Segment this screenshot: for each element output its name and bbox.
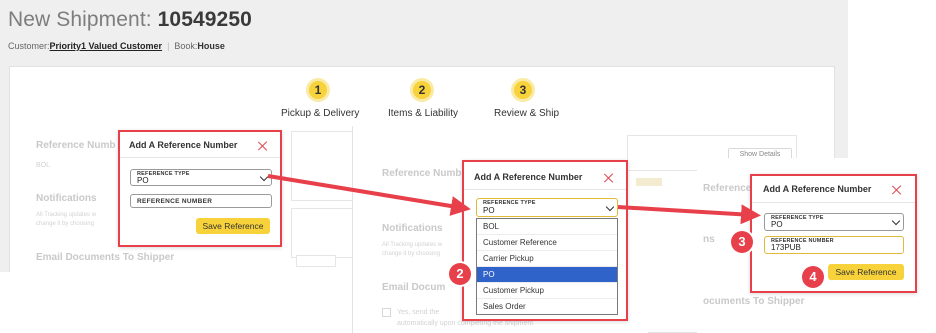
p2-notif-text-1: All Tracking updates w — [382, 242, 443, 248]
book-value: House — [197, 41, 225, 51]
chevron-down-icon — [605, 202, 615, 212]
dropdown-option-sales-order[interactable]: Sales Order — [477, 299, 617, 315]
p3-notifications-heading: ns — [703, 234, 715, 245]
p2-notifications-heading: Notifications — [382, 223, 443, 234]
step-1-label: Pickup & Delivery — [281, 108, 360, 119]
dropdown-option-po[interactable]: PO — [477, 267, 617, 283]
p3-email-heading: ocuments To Shipper — [703, 296, 805, 307]
step-badge-2: 2 — [449, 263, 471, 285]
step-2-circle[interactable]: 2 — [410, 78, 434, 102]
reference-type-select[interactable]: REFERENCE TYPE PO — [764, 213, 904, 231]
p2-checkbox[interactable] — [382, 308, 391, 317]
page-title: New Shipment: 10549250 — [8, 8, 252, 32]
dialog-title: Add A Reference Number — [474, 172, 583, 182]
background-panel — [291, 131, 353, 201]
dropdown-option-bol[interactable]: BOL — [477, 219, 617, 235]
dropdown-option-carrier-pickup[interactable]: Carrier Pickup — [477, 251, 617, 267]
reference-number-input[interactable]: REFERENCE NUMBER 173PUB — [764, 236, 904, 254]
add-reference-dialog-1: Add A Reference Number REFERENCE TYPE PO… — [118, 130, 282, 247]
dropdown-option-customer-pickup[interactable]: Customer Pickup — [477, 283, 617, 299]
shipment-id: 10549250 — [157, 8, 252, 31]
notifications-heading: Notifications — [36, 193, 97, 204]
close-icon[interactable] — [604, 173, 614, 183]
close-icon[interactable] — [258, 141, 268, 151]
reference-type-value: PO — [137, 176, 149, 185]
step-1-circle[interactable]: 1 — [306, 78, 330, 102]
dialog-divider — [752, 202, 915, 203]
step-badge-4: 4 — [802, 266, 824, 288]
reference-type-select[interactable]: REFERENCE TYPE PO — [476, 198, 618, 217]
add-reference-dialog-2: Add A Reference Number REFERENCE TYPE PO… — [462, 160, 628, 321]
reference-type-value: PO — [771, 220, 783, 229]
title-prefix: New Shipment: — [8, 8, 158, 31]
dialog-divider — [120, 157, 280, 158]
reference-number-value: 173PUB — [771, 243, 801, 252]
dialog-title: Add A Reference Number — [763, 184, 872, 194]
email-docs-heading: Email Documents To Shipper — [36, 252, 175, 263]
reference-number-heading: Reference Numb — [36, 140, 116, 151]
background-panel — [291, 208, 353, 258]
reference-type-select[interactable]: REFERENCE TYPE PO — [130, 169, 272, 186]
shipment-meta: Customer:Priority1 Valued Customer | Book:… — [8, 41, 225, 51]
notifications-text-2: change it by choosing — [36, 221, 95, 227]
chevron-down-icon — [259, 172, 269, 182]
book-label: Book: — [174, 41, 198, 51]
dropdown-option-customer-reference[interactable]: Customer Reference — [477, 235, 617, 251]
cropped-area — [0, 272, 352, 333]
save-reference-button[interactable]: Save Reference — [196, 218, 270, 234]
reference-type-dropdown: BOL Customer Reference Carrier Pickup PO… — [476, 218, 618, 315]
step-2-label: Items & Liability — [388, 108, 459, 119]
chevron-down-icon — [891, 216, 901, 226]
save-reference-button[interactable]: Save Reference — [828, 264, 904, 280]
step-3-label: Review & Ship — [494, 108, 560, 119]
dialog-divider — [464, 189, 626, 190]
p2-reference-heading: Reference Number — [382, 168, 471, 179]
p2-checkbox-text-1: Yes, send the — [397, 309, 440, 316]
status-badge — [636, 178, 662, 186]
meta-separator: | — [167, 41, 170, 51]
customer-label: Customer: — [8, 41, 50, 51]
add-reference-dialog-3: Add A Reference Number REFERENCE TYPE PO… — [750, 174, 917, 293]
close-icon[interactable] — [892, 185, 902, 195]
customer-name-link[interactable]: Priority1 Valued Customer — [50, 41, 163, 51]
reference-number-placeholder: REFERENCE NUMBER — [137, 198, 213, 205]
background-panel — [296, 255, 336, 267]
p2-checkbox-text-2: automatically upon completing the shipme… — [397, 320, 534, 327]
reference-type-value: PO — [483, 206, 495, 215]
bol-text: BOL — [36, 162, 51, 169]
dialog-title: Add A Reference Number — [129, 140, 238, 150]
step-3-circle[interactable]: 3 — [511, 78, 535, 102]
step-badge-3: 3 — [731, 231, 753, 253]
notifications-text-1: All Tracking updates w — [36, 212, 97, 218]
reference-number-input[interactable]: REFERENCE NUMBER — [130, 194, 272, 208]
p2-notif-text-2: change it by choosing — [382, 251, 441, 257]
p2-email-heading: Email Docum — [382, 282, 446, 293]
